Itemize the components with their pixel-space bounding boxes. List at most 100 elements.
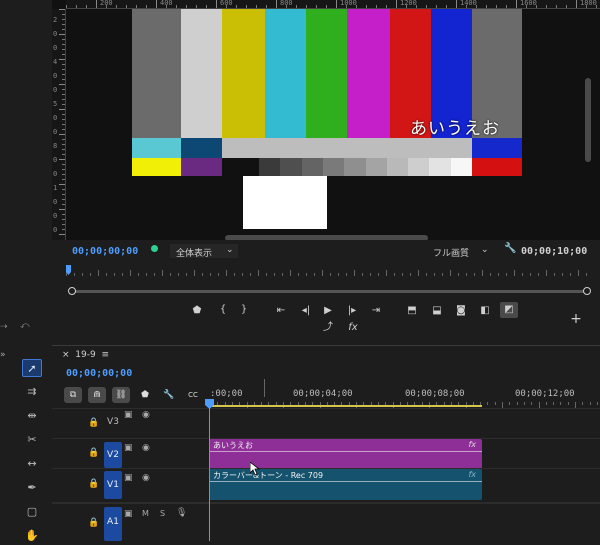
ruler-label: 0 [53, 212, 58, 220]
captions-icon[interactable]: CC [184, 387, 202, 403]
sequence-tab[interactable]: × 19-9 ≡ [62, 350, 109, 360]
lock-icon[interactable]: 🔒 [88, 479, 99, 489]
eye-icon[interactable]: ◉ [142, 410, 150, 420]
ruler-label: 0 [53, 114, 58, 122]
microphone-icon[interactable]: 🎙 [176, 508, 187, 518]
ruler-tick [76, 5, 77, 8]
ruler-tick [546, 270, 547, 276]
nest-icon[interactable]: ⧉ [64, 387, 82, 403]
track-name[interactable]: V3 [104, 417, 122, 427]
snap-icon[interactable]: ⋒ [88, 387, 106, 403]
mark-in-icon[interactable]: { [215, 304, 231, 316]
ruler-tick [194, 270, 195, 276]
ruler-tick [506, 273, 507, 276]
ruler-tick [170, 273, 171, 276]
ruler-tick [62, 229, 65, 230]
track-select-tool-icon[interactable]: ⇉ [22, 383, 42, 401]
color-bar [306, 9, 347, 138]
lock-icon[interactable]: 🔒 [88, 518, 99, 528]
add-marker-icon[interactable]: ⬟ [189, 305, 205, 317]
ruler-tick [258, 270, 259, 276]
ruler-tick [59, 184, 65, 185]
effects-icon[interactable]: fx [345, 322, 361, 334]
play-icon[interactable]: ▶ [320, 305, 336, 317]
export-frame-icon[interactable]: ⤴ [320, 322, 336, 334]
ruler-tick [336, 0, 337, 8]
film-icon[interactable]: ▣ [124, 410, 133, 420]
work-area-bar[interactable] [210, 405, 482, 407]
ruler-tick [487, 402, 489, 405]
zoom-scrollbar[interactable] [68, 287, 591, 295]
film-icon[interactable]: ▣ [124, 443, 133, 453]
camera-icon[interactable]: ◙ [453, 305, 469, 317]
gray-step [322, 158, 345, 176]
track-v3: 🔒 V3 ▣ ◉ [52, 408, 600, 438]
wrench-icon[interactable]: 🔧 [504, 243, 516, 254]
pen-tool-icon[interactable]: ✒ [22, 479, 42, 497]
ruler-tick [62, 104, 65, 105]
ruler-tick [96, 0, 97, 8]
ruler-label: 0 [53, 44, 58, 52]
quality-dropdown[interactable]: フル画質 ⌄ [429, 244, 491, 259]
monitor-time-ruler[interactable] [66, 262, 587, 280]
hand-tool-icon[interactable]: ✋ [22, 527, 42, 545]
multicam-icon[interactable]: ◩ [500, 302, 518, 318]
ruler-tick [62, 194, 65, 195]
ruler-tick [316, 5, 317, 8]
film-icon[interactable]: ▣ [124, 509, 133, 519]
color-bar [132, 9, 181, 138]
ruler-tick [74, 273, 75, 276]
ruler-tick [59, 109, 65, 110]
ruler-tick [567, 402, 569, 405]
ruler-tick [196, 5, 197, 8]
zoom-handle-right[interactable] [583, 287, 591, 295]
step-back-icon[interactable]: ◂| [298, 305, 314, 317]
overwrite-icon[interactable]: ⤺ [20, 321, 30, 331]
track-name[interactable]: V2 [104, 442, 122, 468]
go-to-in-icon[interactable]: ⇤ [273, 305, 289, 317]
add-button[interactable]: + [568, 312, 584, 326]
insert-icon[interactable]: ⇢ [0, 322, 8, 332]
selection-tool-icon[interactable]: ➚ [22, 359, 42, 377]
mark-out-icon[interactable]: } [236, 304, 252, 316]
ruler-tick [523, 402, 525, 405]
slip-tool-icon[interactable]: ↔ [22, 455, 42, 473]
mute-button[interactable]: M [142, 509, 149, 518]
vertical-scrollbar[interactable] [585, 78, 591, 162]
add-marker-icon[interactable]: ⬟ [136, 387, 154, 403]
film-icon[interactable]: ▣ [124, 473, 133, 483]
razor-tool-icon[interactable]: ✂ [22, 431, 42, 449]
ruler-tick [218, 273, 219, 276]
linked-selection-icon[interactable]: ⛓ [112, 387, 130, 403]
comparison-view-icon[interactable]: ◧ [477, 305, 493, 317]
track-name[interactable]: A1 [104, 507, 122, 541]
ruler-tick [62, 219, 65, 220]
ruler-label: 5 [53, 100, 58, 108]
eye-icon[interactable]: ◉ [142, 473, 150, 483]
lock-icon[interactable]: 🔒 [88, 448, 99, 458]
ripple-edit-tool-icon[interactable]: ⇹ [22, 407, 42, 425]
ruler-tick [410, 273, 411, 276]
eye-icon[interactable]: ◉ [142, 443, 150, 453]
close-icon[interactable]: × [62, 350, 70, 360]
lock-icon[interactable]: 🔒 [88, 418, 99, 428]
go-to-out-icon[interactable]: ⇥ [368, 305, 384, 317]
ruler-tick [234, 273, 235, 276]
rectangle-tool-icon[interactable]: ▢ [22, 503, 42, 521]
fx-badge[interactable]: fx [468, 470, 476, 479]
ruler-tick [186, 5, 187, 8]
extract-icon[interactable]: ⬓ [429, 305, 445, 317]
ruler-tick [186, 273, 187, 276]
zoom-dropdown[interactable]: 全体表示 ⌄ [170, 244, 238, 259]
timeline-timecode[interactable]: 00;00;00;00 [66, 368, 132, 379]
wrench-icon[interactable]: 🔧 [160, 387, 178, 403]
solo-button[interactable]: S [160, 509, 165, 518]
track-name[interactable]: V1 [104, 471, 122, 499]
ruler-tick [276, 0, 277, 8]
fx-badge[interactable]: fx [468, 440, 476, 449]
current-timecode[interactable]: 00;00;00;00 [72, 246, 138, 257]
lift-icon[interactable]: ⬒ [404, 305, 420, 317]
menu-icon[interactable]: ≡ [101, 350, 109, 360]
step-forward-icon[interactable]: |▸ [344, 305, 360, 317]
zoom-handle-left[interactable] [68, 287, 76, 295]
